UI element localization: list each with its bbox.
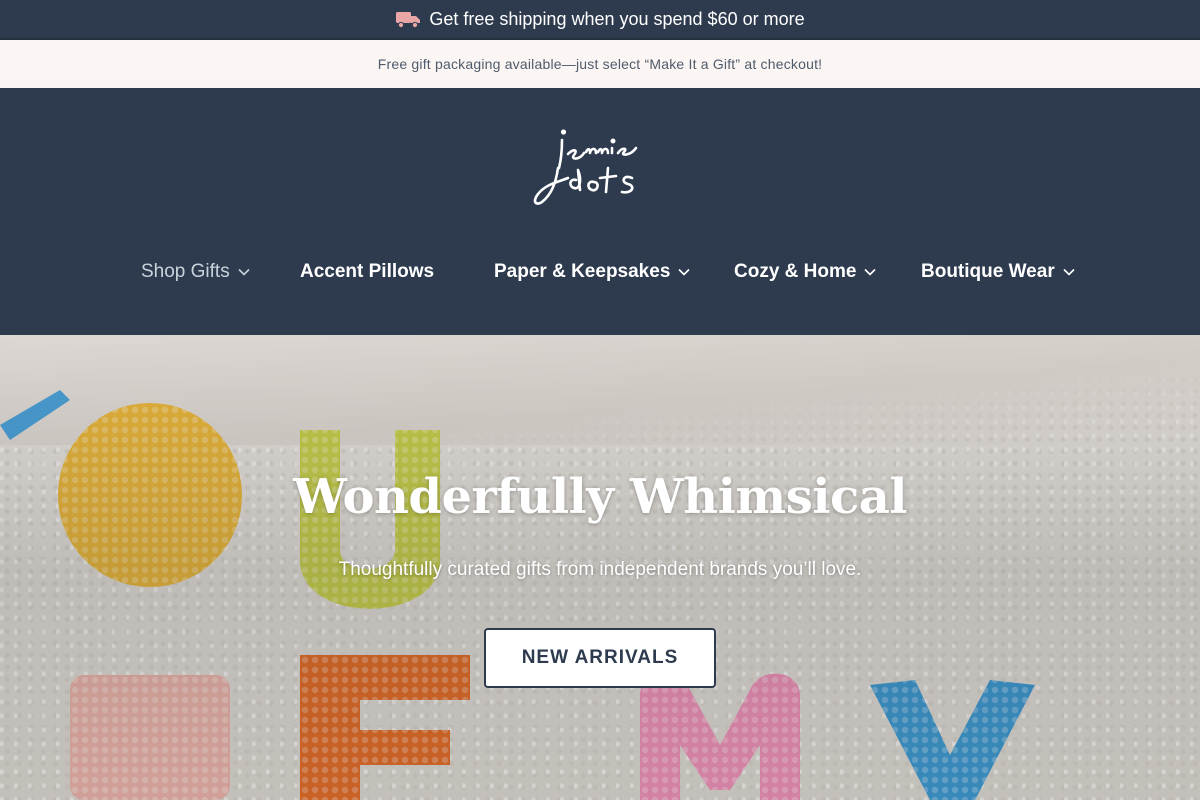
nav-item-label: Paper & Keepsakes: [494, 261, 671, 282]
gift-packaging-text: Free gift packaging available—just selec…: [377, 56, 823, 72]
shipping-banner: Get free shipping when you spend $60 or …: [0, 0, 1200, 40]
chevron-down-icon: [864, 268, 877, 276]
nav-item-label: Cozy & Home: [734, 261, 857, 282]
truck-icon: [396, 12, 421, 28]
nav-item-accent-pillows[interactable]: Accent Pillows: [300, 258, 434, 286]
site-header: Shop Gifts Accent Pillows Paper & Keepsa…: [0, 88, 1200, 335]
hero-title: Wonderfully Whimsical: [292, 469, 908, 525]
gift-packaging-banner: Free gift packaging available—just selec…: [0, 40, 1200, 88]
hero-content: Wonderfully Whimsical Thoughtfully curat…: [0, 335, 1200, 800]
chevron-down-icon: [678, 268, 690, 276]
nav-item-boutique-wear[interactable]: Boutique Wear: [921, 258, 1075, 286]
nav-item-label: Shop Gifts: [141, 261, 230, 282]
hero-subtitle: Thoughtfully curated gifts from independ…: [338, 559, 862, 580]
brand-logo[interactable]: [528, 122, 672, 214]
nav-item-cozy-home[interactable]: Cozy & Home: [734, 258, 877, 286]
chevron-down-icon: [238, 268, 250, 276]
main-navigation: Shop Gifts Accent Pillows Paper & Keepsa…: [0, 248, 1200, 296]
chevron-down-icon: [1063, 268, 1075, 276]
nav-item-paper-keepsakes[interactable]: Paper & Keepsakes: [494, 258, 690, 286]
new-arrivals-button[interactable]: NEW ARRIVALS: [484, 628, 716, 688]
nav-item-label: Boutique Wear: [921, 261, 1055, 282]
hero-banner: Wonderfully Whimsical Thoughtfully curat…: [0, 335, 1200, 800]
nav-item-shop-gifts[interactable]: Shop Gifts: [141, 258, 250, 286]
shipping-banner-text: Get free shipping when you spend $60 or …: [429, 8, 805, 29]
nav-item-label: Accent Pillows: [300, 261, 435, 282]
